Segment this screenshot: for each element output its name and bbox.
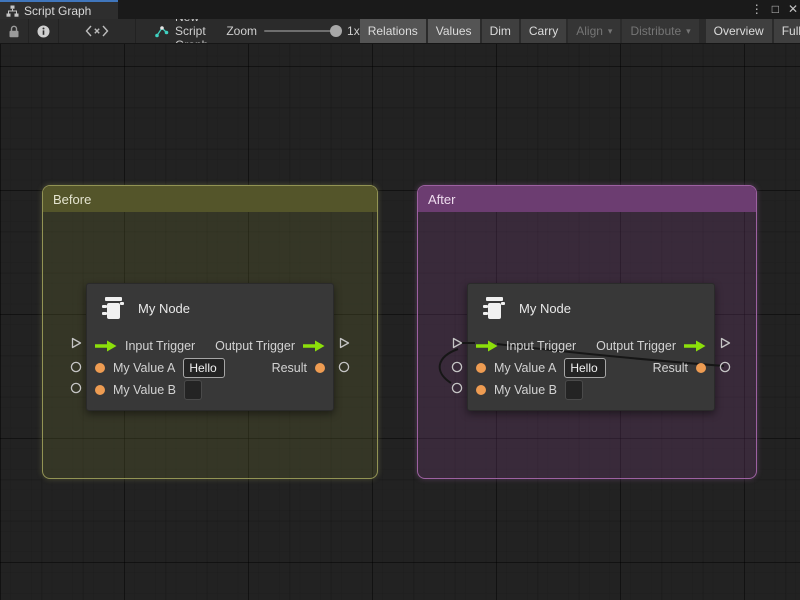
align-button: Align ▾: [568, 19, 620, 43]
zoom-value: 1x: [347, 24, 360, 38]
tab-label: Script Graph: [24, 4, 91, 18]
group-after-header[interactable]: After: [418, 186, 756, 212]
unit-node-icon: [98, 293, 128, 323]
overview-button[interactable]: Overview: [706, 19, 772, 43]
node-body: Input Trigger Output Trigger My Value A …: [87, 332, 333, 400]
value-a-input[interactable]: Hello: [183, 358, 225, 378]
distribute-button: Distribute ▾: [622, 19, 698, 43]
value-port-icon[interactable]: [315, 363, 325, 373]
unit-node-icon: [479, 293, 509, 323]
flow-arrow-icon[interactable]: [95, 340, 117, 352]
zoom-control: Zoom 1x: [226, 19, 359, 43]
flow-arrow-icon[interactable]: [684, 340, 706, 352]
node-title: My Node: [519, 301, 571, 316]
external-value-port[interactable]: [718, 360, 732, 374]
value-port-icon[interactable]: [696, 363, 706, 373]
external-value-port[interactable]: [337, 360, 351, 374]
maximize-icon[interactable]: □: [772, 0, 779, 19]
chevron-down-icon: ▾: [686, 26, 691, 37]
close-icon[interactable]: ✕: [788, 0, 798, 19]
external-value-port[interactable]: [450, 381, 464, 395]
code-icon: [85, 25, 109, 37]
value-port-icon[interactable]: [95, 385, 105, 395]
zoom-slider[interactable]: [264, 30, 340, 32]
port-row: My Value A Hello Result: [95, 357, 325, 378]
external-flow-port[interactable]: [450, 336, 464, 350]
node-after[interactable]: My Node Input Trigger Output Trigger: [467, 283, 715, 411]
relations-button[interactable]: Relations: [360, 19, 426, 43]
dim-button[interactable]: Dim: [482, 19, 519, 43]
graph-canvas[interactable]: Before After My Node: [0, 44, 800, 600]
lock-icon: [8, 25, 20, 38]
external-flow-port[interactable]: [337, 336, 351, 350]
port-row: My Value B: [476, 379, 706, 400]
window-controls: ⋮ □ ✕: [751, 0, 798, 19]
carry-button[interactable]: Carry: [521, 19, 566, 43]
group-title: Before: [53, 192, 91, 207]
lock-button[interactable]: [0, 19, 29, 43]
external-value-port[interactable]: [69, 381, 83, 395]
script-graph-window: Script Graph ⋮ □ ✕: [0, 0, 800, 600]
chevron-down-icon: ▾: [608, 26, 613, 37]
value-b-input[interactable]: [565, 380, 583, 400]
graph-icon: [154, 25, 169, 38]
zoom-slider-handle[interactable]: [330, 25, 342, 37]
node-title: My Node: [138, 301, 190, 316]
port-row: Input Trigger Output Trigger: [95, 335, 325, 356]
preview-code-button[interactable]: [59, 19, 136, 43]
group-before-header[interactable]: Before: [43, 186, 377, 212]
group-title: After: [428, 192, 455, 207]
graph-toolbar: New Script Graph Zoom 1x Relations Value…: [0, 19, 800, 44]
value-port-icon[interactable]: [95, 363, 105, 373]
value-a-input[interactable]: Hello: [564, 358, 606, 378]
external-value-port[interactable]: [69, 360, 83, 374]
info-button[interactable]: [29, 19, 59, 43]
graph-asset-button[interactable]: New Script Graph: [150, 19, 212, 43]
node-body: Input Trigger Output Trigger My Value A …: [468, 332, 714, 400]
graph-name: New Script Graph: [175, 19, 208, 44]
info-icon: [37, 25, 50, 38]
toolbar-toggles: Relations Values Dim Carry Align ▾ Distr…: [360, 19, 800, 43]
value-port-icon[interactable]: [476, 363, 486, 373]
tab-script-graph[interactable]: Script Graph: [0, 0, 118, 19]
value-port-icon[interactable]: [476, 385, 486, 395]
node-header: My Node: [87, 284, 333, 332]
node-header: My Node: [468, 284, 714, 332]
port-row: My Value A Hello Result: [476, 357, 706, 378]
external-value-port[interactable]: [450, 360, 464, 374]
port-row: Input Trigger Output Trigger: [476, 335, 706, 356]
hierarchy-icon: [6, 5, 19, 17]
values-button[interactable]: Values: [428, 19, 480, 43]
menu-icon[interactable]: ⋮: [751, 0, 763, 19]
flow-arrow-icon[interactable]: [476, 340, 498, 352]
external-flow-port[interactable]: [69, 336, 83, 350]
port-row: My Value B: [95, 379, 325, 400]
flow-arrow-icon[interactable]: [303, 340, 325, 352]
node-before[interactable]: My Node Input Trigger Output Trigger: [86, 283, 334, 411]
zoom-label: Zoom: [226, 24, 257, 38]
external-flow-port[interactable]: [718, 336, 732, 350]
fullscreen-button[interactable]: Full Scr: [774, 19, 800, 43]
tab-bar: Script Graph ⋮ □ ✕: [0, 0, 800, 19]
value-b-input[interactable]: [184, 380, 202, 400]
